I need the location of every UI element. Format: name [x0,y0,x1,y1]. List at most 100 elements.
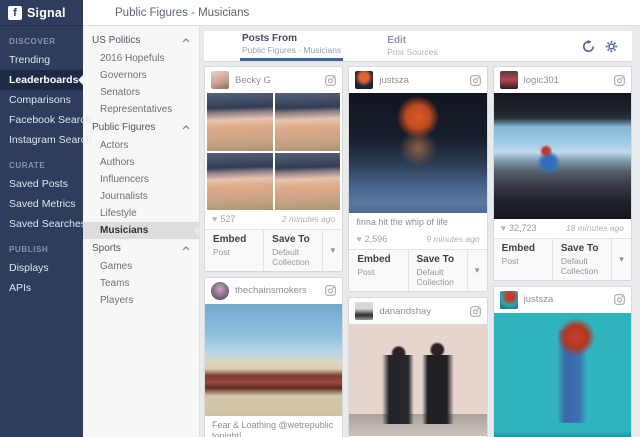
tab-bar: Posts From Public Figures - Musicians Ed… [204,31,632,61]
category-panel: US Politics 2016 Hopefuls Governors Sena… [83,26,200,437]
content-region: Public Figures - Musicians US Politics 2… [83,0,640,437]
post-image[interactable] [494,313,631,437]
category-2016-hopefuls[interactable]: 2016 Hopefuls [83,50,199,67]
heart-icon: ♥ [356,234,361,244]
sidebar-item-instagram-search[interactable]: Instagram Search [0,130,83,150]
instagram-icon [325,285,336,296]
main-content: Posts From Public Figures - Musicians Ed… [200,26,640,437]
post-image[interactable] [494,93,631,219]
embed-button[interactable]: Embed Post [349,250,407,291]
instagram-icon [470,306,481,317]
post-caption: finna hit the whip of life [349,213,486,230]
group-label: Sports [92,243,121,254]
tab-label: Posts From [242,33,341,45]
category-musicians[interactable]: Musicians [83,222,199,239]
grid-column-3: logic301 ♥ 32,723 18 minutes ago [493,66,632,437]
post-username[interactable]: thechainsmokers [235,285,319,296]
group-sports[interactable]: Sports [83,239,199,258]
category-senators[interactable]: Senators [83,84,199,101]
post-image[interactable] [349,324,486,436]
post-card-justsza-2: justsza [493,286,632,437]
grid-column-1: Becky G ♥ 527 2 minutes ago [204,66,343,437]
group-label: Public Figures [92,122,155,133]
grid-column-2: justsza finna hit the whip of life ♥ 2,5… [348,66,487,437]
group-label: US Politics [92,35,140,46]
category-teams[interactable]: Teams [83,275,199,292]
category-players[interactable]: Players [83,292,199,309]
save-to-button[interactable]: Save To Default Collection [263,230,322,271]
sidebar-item-saved-posts[interactable]: Saved Posts [0,174,83,194]
post-grid: Becky G ♥ 527 2 minutes ago [204,66,632,437]
tab-edit[interactable]: Edit Post Sources [385,31,440,61]
tab-posts-from[interactable]: Posts From Public Figures - Musicians [240,31,343,61]
post-timestamp: 18 minutes ago [566,223,624,233]
post-card-becky-g: Becky G ♥ 527 2 minutes ago [204,66,343,272]
instagram-icon [325,75,336,86]
post-image[interactable] [205,304,342,416]
save-dropdown-caret[interactable]: ▾ [322,230,342,271]
sidebar-item-saved-metrics[interactable]: Saved Metrics [0,194,83,214]
instagram-icon [614,294,625,305]
save-to-button[interactable]: Save To Default Collection [408,250,467,291]
brand[interactable]: f Signal [0,0,83,26]
post-card-logic301: logic301 ♥ 32,723 18 minutes ago [493,66,632,281]
avatar[interactable] [211,71,229,89]
chevron-up-icon [182,246,190,251]
post-username[interactable]: justsza [524,294,608,305]
nav-heading-publish: PUBLISH [0,234,83,258]
post-username[interactable]: danandshay [379,306,463,317]
category-games[interactable]: Games [83,258,199,275]
sidebar-item-leaderboards[interactable]: Leaderboards [0,70,83,90]
post-card-justsza: justsza finna hit the whip of life ♥ 2,5… [348,66,487,292]
save-dropdown-caret[interactable]: ▾ [467,250,487,291]
embed-button[interactable]: Embed Post [494,239,552,280]
save-dropdown-caret[interactable]: ▾ [611,239,631,280]
nav-heading-curate: CURATE [0,150,83,174]
sidebar-item-displays[interactable]: Displays [0,258,83,278]
category-influencers[interactable]: Influencers [83,171,199,188]
instagram-icon [470,75,481,86]
avatar[interactable] [355,71,373,89]
post-username[interactable]: justsza [379,75,463,86]
post-image[interactable] [349,93,486,213]
like-count: 527 [220,214,235,224]
refresh-icon[interactable] [582,40,595,53]
page-title: Public Figures - Musicians [115,7,249,19]
post-image[interactable] [205,93,342,210]
gear-icon[interactable] [605,40,618,53]
post-username[interactable]: Becky G [235,75,319,86]
category-actors[interactable]: Actors [83,137,199,154]
like-count: 32,723 [509,223,537,233]
group-public-figures[interactable]: Public Figures [83,118,199,137]
category-lifestyle[interactable]: Lifestyle [83,205,199,222]
nav-heading-discover: DISCOVER [0,26,83,50]
category-representatives[interactable]: Representatives [83,101,199,118]
heart-icon: ♥ [501,223,506,233]
embed-button[interactable]: Embed Post [205,230,263,271]
heart-icon: ♥ [212,214,217,224]
sidebar-item-saved-searches[interactable]: Saved Searches [0,214,83,234]
brand-name: Signal [27,6,66,20]
instagram-icon [614,75,625,86]
category-journalists[interactable]: Journalists [83,188,199,205]
post-card-thechainsmokers: thechainsmokers Fear & Loathing @wetrepu… [204,277,343,437]
save-to-button[interactable]: Save To Default Collection [552,239,611,280]
avatar[interactable] [500,71,518,89]
app-window: f Signal DISCOVER Trending Leaderboards … [0,0,640,437]
sidebar-item-trending[interactable]: Trending [0,50,83,70]
avatar[interactable] [355,302,373,320]
group-us-politics[interactable]: US Politics [83,31,199,50]
avatar[interactable] [211,282,229,300]
sidebar-item-apis[interactable]: APIs [0,278,83,298]
sidebar-item-comparisons[interactable]: Comparisons [0,90,83,110]
post-caption: Fear & Loathing @wetrepublic tonight! [205,416,342,437]
tab-sublabel: Public Figures - Musicians [242,45,341,55]
avatar[interactable] [500,291,518,309]
post-username[interactable]: logic301 [524,75,608,86]
page-title-bar: Public Figures - Musicians [83,0,640,26]
category-authors[interactable]: Authors [83,154,199,171]
facebook-logo-icon: f [8,6,22,20]
sidebar-item-facebook-search[interactable]: Facebook Search [0,110,83,130]
category-governors[interactable]: Governors [83,67,199,84]
tab-sublabel: Post Sources [387,47,438,57]
